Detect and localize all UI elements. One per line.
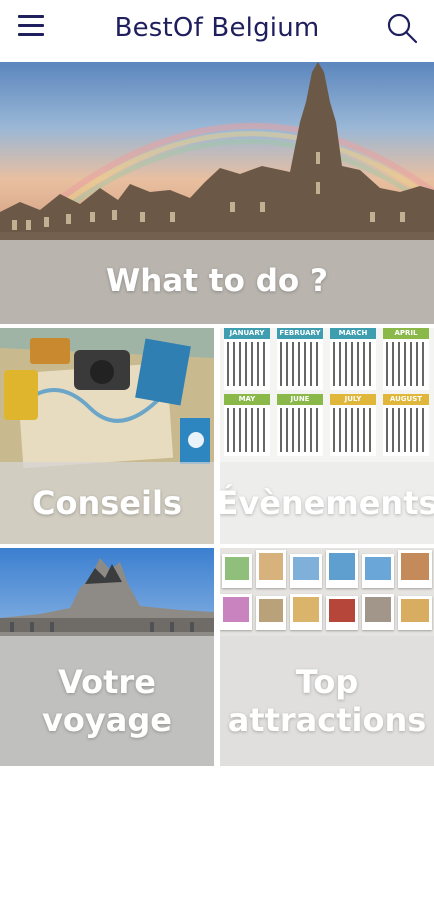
tile-label: Conseils xyxy=(32,483,182,522)
collage-photo xyxy=(326,550,358,588)
tile-band: Top attractions xyxy=(220,636,434,766)
tile-label: Top attractions xyxy=(227,662,427,739)
calendar-month: FEBRUARY xyxy=(277,328,323,390)
collage-photo xyxy=(362,554,394,588)
calendar-month: AUGUST xyxy=(383,394,429,456)
calendar-month: MARCH xyxy=(330,328,376,390)
collage-photo xyxy=(256,550,286,588)
collage-photo xyxy=(362,594,394,630)
calendar-month: JUNE xyxy=(277,394,323,456)
tile-what-to-do[interactable]: What to do ? xyxy=(0,62,434,324)
calendar-month: MAY xyxy=(224,394,270,456)
tile-top-attractions[interactable]: Top attractions xyxy=(220,548,434,766)
tile-band: Votre voyage xyxy=(0,636,214,766)
calendar-month: JANUARY xyxy=(224,328,270,390)
calendar-month: JULY xyxy=(330,394,376,456)
app-title: BestOf Belgium xyxy=(114,13,320,43)
calendar-month: APRIL xyxy=(383,328,429,390)
tile-band: What to do ? xyxy=(0,240,434,324)
collage-photo xyxy=(290,594,322,630)
collage-photo xyxy=(398,596,432,630)
collage-photo xyxy=(326,596,358,630)
search-icon[interactable] xyxy=(384,10,420,46)
app-header: BestOf Belgium xyxy=(0,0,434,62)
tile-label: What to do ? xyxy=(106,263,328,300)
tile-votre-voyage[interactable]: Votre voyage xyxy=(0,548,214,766)
tile-band: Conseils xyxy=(0,462,214,544)
tile-conseils[interactable]: Conseils xyxy=(0,328,214,544)
tile-evenements[interactable]: JANUARY FEBRUARY MARCH APRIL MAY JUNE JU… xyxy=(220,328,434,544)
tile-label: Évènements xyxy=(220,483,434,522)
collage-photo xyxy=(290,554,322,588)
collage-photo xyxy=(398,550,432,588)
collage-photo xyxy=(220,594,252,630)
collage-photo xyxy=(222,554,252,588)
tile-label: Votre voyage xyxy=(42,662,172,739)
tile-band: Évènements xyxy=(220,462,434,544)
collage-photo xyxy=(256,596,286,630)
